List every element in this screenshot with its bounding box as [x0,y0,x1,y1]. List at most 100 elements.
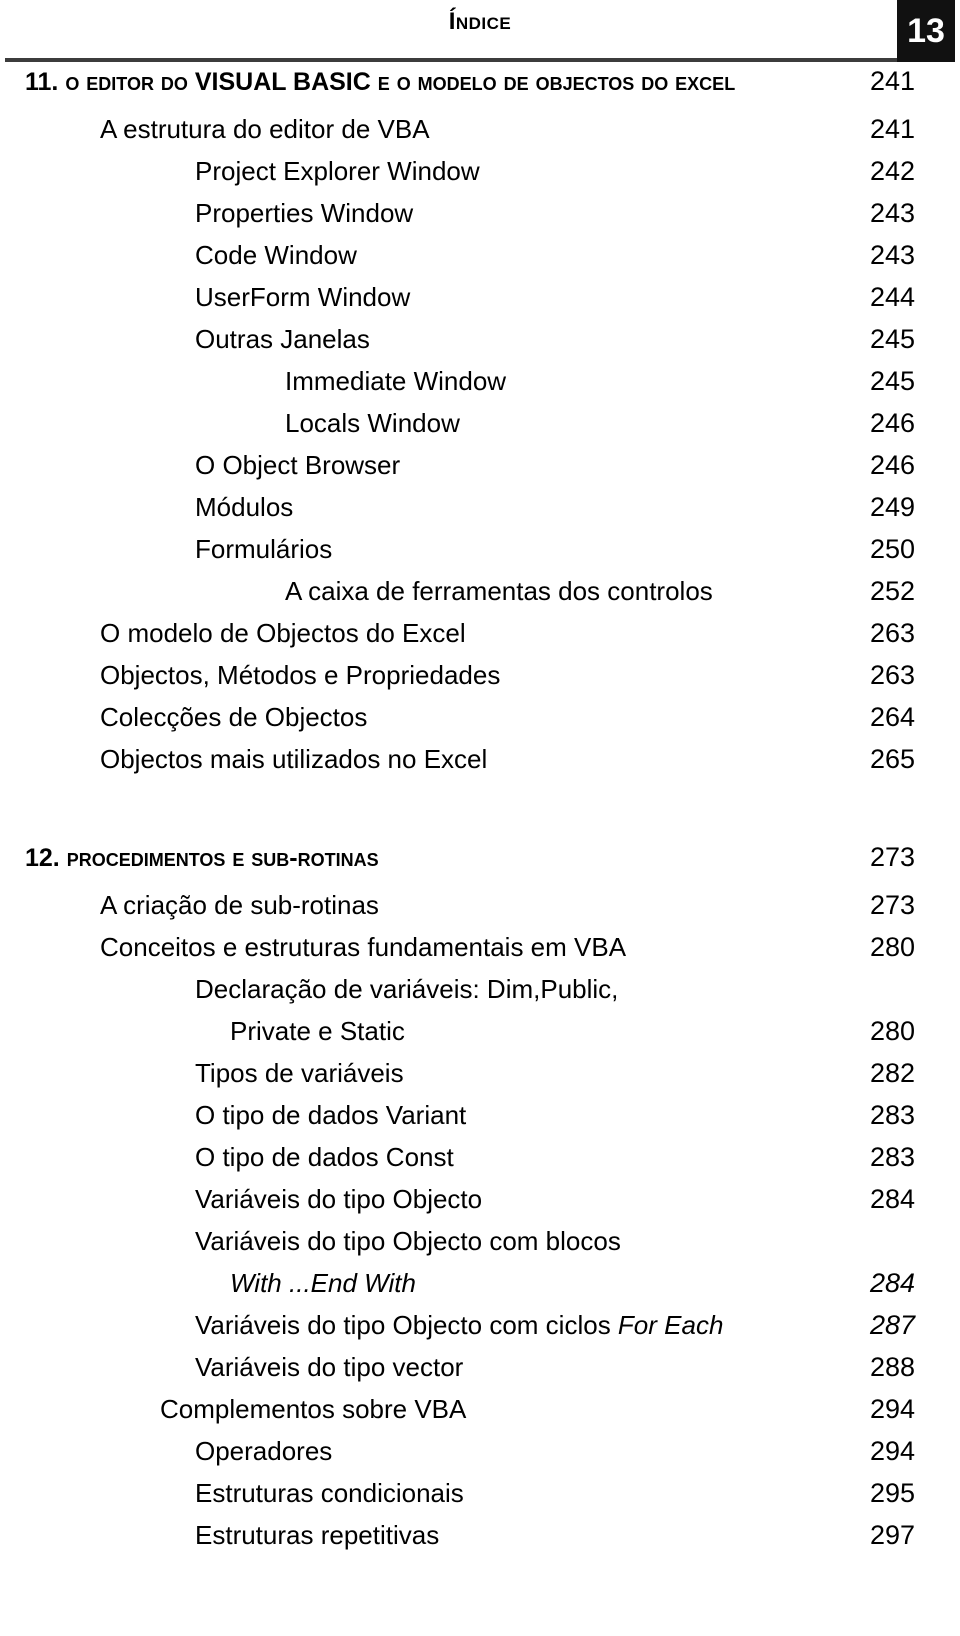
toc-entry-page-number: 245 [869,324,915,354]
toc-entry-row[interactable]: Operadores 294 [25,1436,915,1478]
toc-entry-row[interactable]: Estruturas repetitivas 297 [25,1520,915,1562]
chapter-block: 11. O Editor do VISUAL BASIC e o Modelo … [25,66,915,786]
toc-entry-row[interactable]: O Object Browser 246 [25,450,915,492]
toc-entry-row[interactable]: O modelo de Objectos do Excel 263 [25,618,915,660]
toc-entry-row[interactable]: O tipo de dados Const 283 [25,1142,915,1184]
table-of-contents: 11. O Editor do VISUAL BASIC e o Modelo … [0,66,960,1562]
toc-entry-page-number: 283 [869,1100,915,1130]
toc-entry-label: Estruturas repetitivas [195,1520,440,1550]
toc-entry-page-number: 246 [869,450,915,480]
toc-entry-page-number: 273 [869,890,915,920]
toc-entry-page-number: 284 [869,1184,915,1214]
chapter-title-smallcaps: Editor do [86,68,195,96]
toc-entry-row[interactable]: Módulos 249 [25,492,915,534]
toc-entry-row[interactable]: Private e Static 280 [25,1016,915,1058]
toc-entry-label: Variáveis do tipo Objecto [195,1184,483,1214]
chapter-title-smallcaps: e o [370,68,418,96]
toc-entry-label: O Object Browser [195,450,401,480]
toc-entry-page-number: 294 [869,1394,915,1424]
toc-entry-page-number: 265 [869,744,915,774]
toc-entry-row[interactable]: Tipos de variáveis 282 [25,1058,915,1100]
toc-entry-label: Conceitos e estruturas fundamentais em V… [100,932,627,962]
toc-entry-page-number: 288 [869,1352,915,1382]
chapter-title-smallcaps: Modelo de [417,68,536,96]
toc-entry-row[interactable]: Locals Window 246 [25,408,915,450]
chapter-page-number: 241 [869,66,915,96]
page-header: ÍNDICE 13 [0,0,960,66]
toc-entry-row[interactable]: Properties Window 243 [25,198,915,240]
toc-entry-label: O tipo de dados Variant [195,1100,467,1130]
toc-entry-row[interactable]: Variáveis do tipo Objecto com blocos [25,1226,915,1268]
toc-entry-page-number: 243 [869,240,915,270]
toc-entry-page-number: 245 [869,366,915,396]
toc-entry-row[interactable]: Complementos sobre VBA 294 [25,1394,915,1436]
toc-entry-label: Estruturas condicionais [195,1478,464,1508]
toc-entry-row[interactable]: Code Window 243 [25,240,915,282]
toc-entry-row[interactable]: Variáveis do tipo Objecto 284 [25,1184,915,1226]
chapter-heading-row[interactable]: 12. Procedimentos e sub-rotinas 273 [25,842,915,890]
toc-entry-row[interactable]: Objectos, Métodos e Propriedades 263 [25,660,915,702]
toc-entry-label: Variáveis do tipo Objecto com blocos [195,1226,621,1256]
chapter-number: 11. [25,68,66,96]
toc-entry-page-number: 283 [869,1142,915,1172]
toc-entry-label: Outras Janelas [195,324,370,354]
toc-entry-label: Code Window [195,240,357,270]
toc-entry-label: Project Explorer Window [195,156,480,186]
toc-entry-label: Módulos [195,492,294,522]
toc-entry-label: A estrutura do editor de VBA [100,114,430,144]
toc-entry-label: Objectos, Métodos e Propriedades [100,660,501,690]
chapter-title-smallcaps: Excel [675,68,736,96]
toc-entry-label-emphasis: For Each [617,1310,724,1340]
toc-entry-page-number: 295 [869,1478,915,1508]
toc-entry-page-number: 284 [869,1268,915,1298]
toc-entry-page-number: 287 [869,1310,915,1340]
toc-entry-row[interactable]: Colecções de Objectos 264 [25,702,915,744]
toc-entry-page-number: 263 [869,618,915,648]
toc-entry-page-number: 280 [869,1016,915,1046]
toc-entry-page-number: 243 [869,198,915,228]
toc-entry-label: Private e Static [230,1016,405,1046]
toc-entry-page-number: 294 [869,1436,915,1466]
toc-entry-label: Variáveis do tipo Objecto com ciclos For… [195,1310,723,1341]
toc-entry-label-text: Variáveis do tipo Objecto com ciclos [195,1310,618,1340]
toc-entry-row[interactable]: Estruturas condicionais 295 [25,1478,915,1520]
chapter-number: 12. [25,844,67,872]
toc-entry-row[interactable]: UserForm Window 244 [25,282,915,324]
chapter-title-smallcaps: Procedimentos e sub-rotinas [66,844,379,872]
toc-entry-label: Tipos de variáveis [195,1058,404,1088]
toc-entry-row[interactable]: Variáveis do tipo Objecto com ciclos For… [25,1310,915,1352]
chapter-title-smallcaps: Objectos do [535,68,676,96]
toc-entry-row[interactable]: A caixa de ferramentas dos controlos 252 [25,576,915,618]
toc-entry-label: Objectos mais utilizados no Excel [100,744,488,774]
toc-entry-label: With ...End With [230,1268,416,1298]
page-title: ÍNDICE [448,8,512,35]
toc-entry-label: Variáveis do tipo vector [195,1352,464,1382]
toc-entry-page-number: 249 [869,492,915,522]
toc-entry-label: O modelo de Objectos do Excel [100,618,466,648]
toc-entry-row[interactable]: Formulários 250 [25,534,915,576]
toc-entry-label: Colecções de Objectos [100,702,368,732]
toc-entry-page-number: 297 [869,1520,915,1550]
toc-entry-row[interactable]: With ...End With 284 [25,1268,915,1310]
toc-entry-label: Immediate Window [285,366,507,396]
toc-entry-label: O tipo de dados Const [195,1142,454,1172]
toc-entry-row[interactable]: Variáveis do tipo vector 288 [25,1352,915,1394]
toc-entry-row[interactable]: Immediate Window 245 [25,366,915,408]
toc-entry-label: Declaração de variáveis: Dim,Public, [195,974,619,1004]
chapter-block: 12. Procedimentos e sub-rotinas 273 A cria… [25,842,915,1562]
toc-entry-row[interactable]: Outras Janelas 245 [25,324,915,366]
toc-entry-label: Properties Window [195,198,414,228]
toc-entry-row[interactable]: O tipo de dados Variant 283 [25,1100,915,1142]
toc-entry-row[interactable]: Project Explorer Window 242 [25,156,915,198]
toc-entry-page-number: 252 [869,576,915,606]
toc-entry-row[interactable]: A criação de sub-rotinas 273 [25,890,915,932]
toc-entry-row[interactable]: Declaração de variáveis: Dim,Public, [25,974,915,1016]
toc-entry-row[interactable]: Conceitos e estruturas fundamentais em V… [25,932,915,974]
toc-entry-row[interactable]: Objectos mais utilizados no Excel 265 [25,744,915,786]
page-number-badge: 13 [897,0,955,62]
toc-entry-label: A criação de sub-rotinas [100,890,379,920]
toc-entry-row[interactable]: A estrutura do editor de VBA 241 [25,114,915,156]
chapter-title-caps: VISUAL BASIC [194,68,371,96]
chapter-heading-row[interactable]: 11. O Editor do VISUAL BASIC e o Modelo … [25,66,915,114]
header-rule [5,58,897,62]
